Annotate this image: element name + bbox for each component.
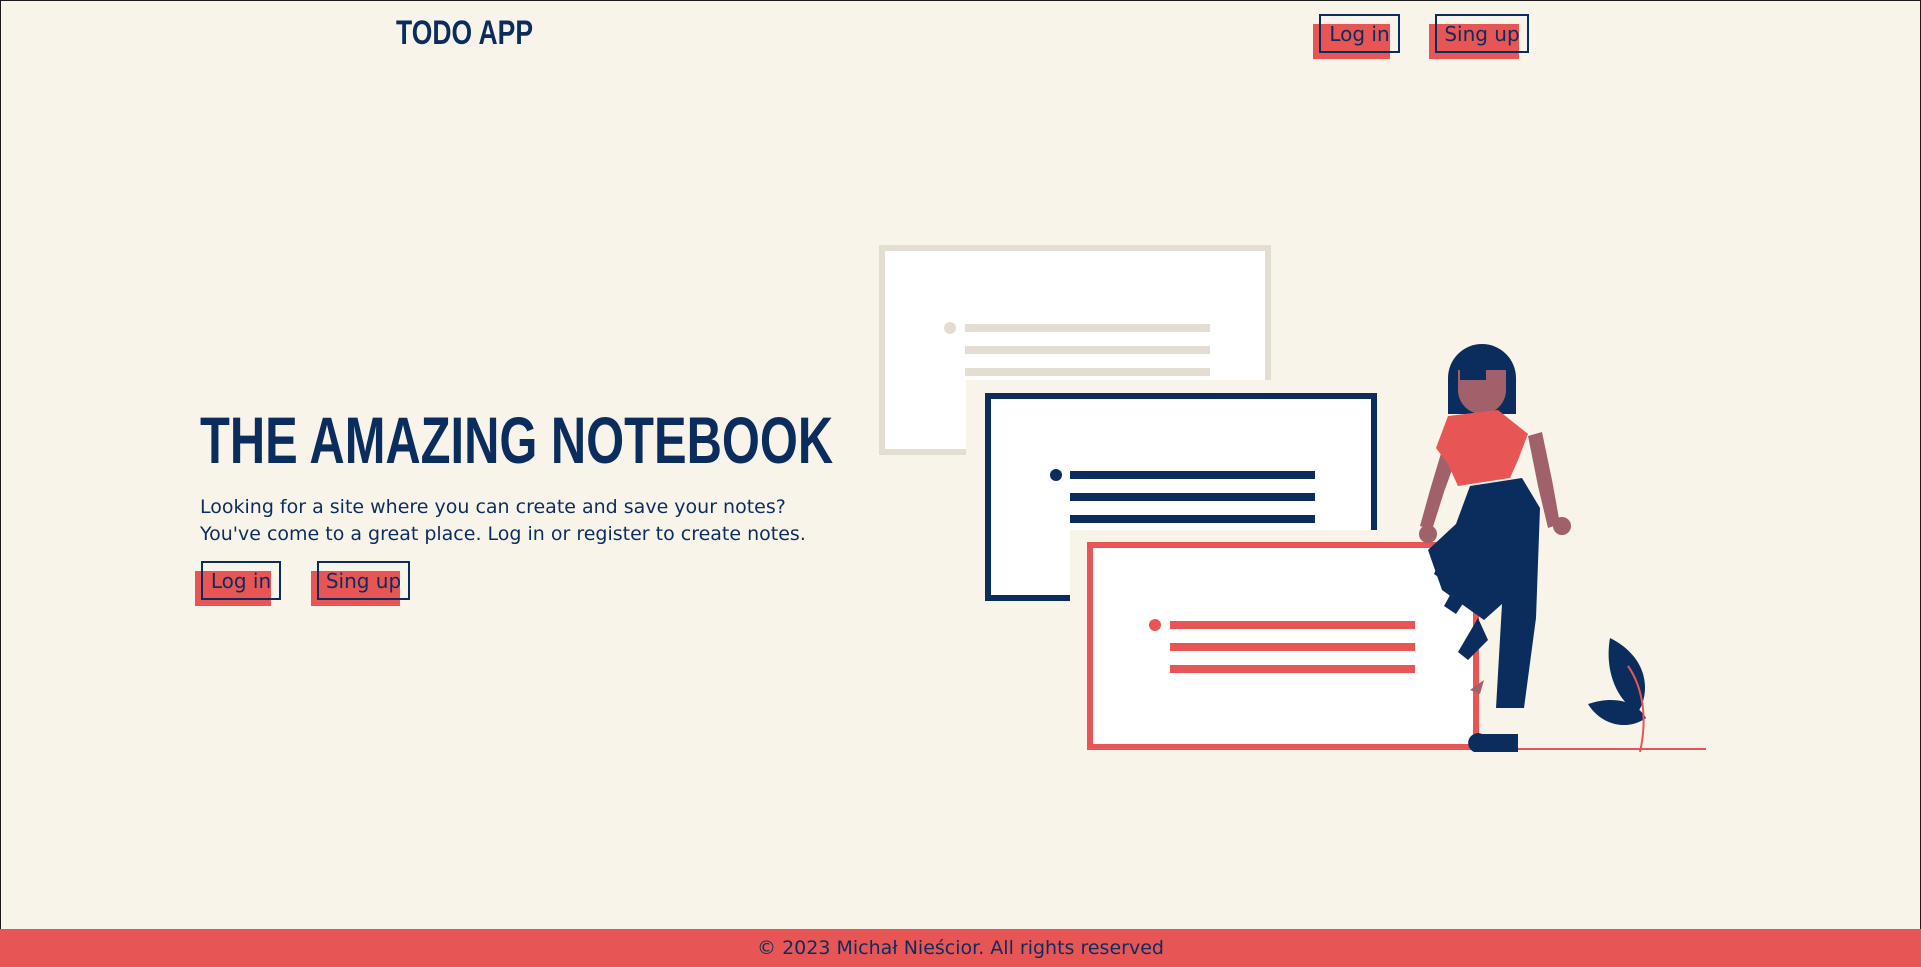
plant-illustration: [1588, 638, 1646, 753]
front-note-card: [1087, 542, 1479, 750]
nav-signup-wrapper: Sing up: [1429, 14, 1529, 59]
notes-illustration: [879, 245, 1706, 753]
nav-signup-label: Sing up: [1444, 21, 1520, 46]
nav-login-wrapper: Log in: [1313, 14, 1400, 59]
hero-login-wrapper: Log in: [195, 561, 281, 606]
hero-description-line-1: Looking for a site where you can create …: [200, 496, 786, 518]
hero-login-label: Log in: [210, 568, 272, 593]
nav-login-label: Log in: [1329, 21, 1390, 46]
nav-login-button[interactable]: Log in: [1313, 14, 1400, 59]
brand-logo[interactable]: TODO APP: [396, 14, 533, 53]
footer-copyright: © 2023 Michał Nieścior. All rights reser…: [757, 937, 1164, 959]
hero-title: THE AMAZING NOTEBOOK: [200, 403, 834, 477]
page-footer: © 2023 Michał Nieścior. All rights reser…: [0, 929, 1921, 967]
hero-signup-wrapper: Sing up: [311, 561, 410, 606]
hero-description-line-2: You've come to a great place. Log in or …: [200, 523, 806, 545]
hero-signup-label: Sing up: [325, 568, 402, 593]
nav-signup-button[interactable]: Sing up: [1429, 14, 1529, 59]
hero-description: Looking for a site where you can create …: [200, 494, 806, 548]
hero-signup-button[interactable]: Sing up: [311, 561, 410, 606]
hero-login-button[interactable]: Log in: [195, 561, 281, 606]
